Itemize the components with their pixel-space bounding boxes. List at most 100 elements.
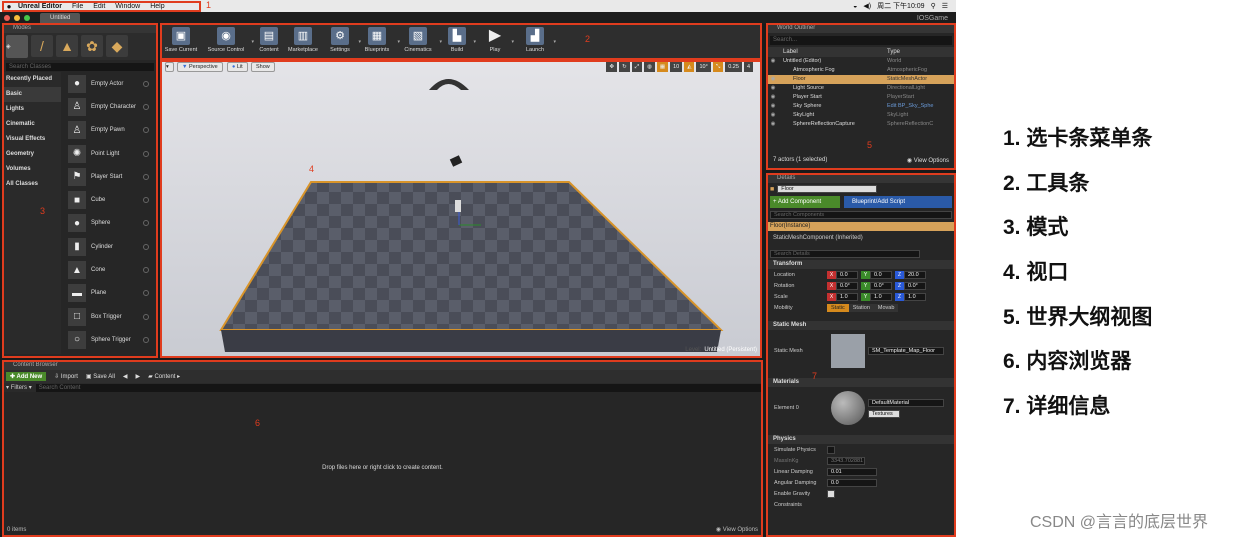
label-column[interactable]: Label [779,47,887,57]
search-content-input[interactable]: Search Content [35,383,762,392]
mass-field[interactable]: 3343.702881 [827,456,865,465]
add-new-button[interactable]: ✚ Add New [6,372,47,381]
menu-edit[interactable]: Edit [93,3,105,10]
outliner-row[interactable]: Atmospheric Fog AtmosphericFog [767,66,955,75]
textures-button[interactable]: Textures [868,409,900,418]
blueprints-button[interactable]: ▦ Blueprints ▾ [361,27,400,53]
location-z[interactable]: 20.0 [904,270,926,279]
category-item[interactable]: Lights [3,102,61,117]
location-label[interactable]: Location [767,272,827,278]
outliner-row[interactable]: ◉ Floor StaticMeshActor [767,75,955,84]
gravity-checkbox[interactable] [827,489,835,498]
dropdown-icon[interactable]: ▾ [397,39,400,45]
physics-section[interactable]: Physics [767,435,955,444]
simulate-checkbox[interactable] [827,445,835,454]
scale-x[interactable]: 1.0 [836,292,858,301]
actor-item[interactable]: ● Empty Actor [63,72,153,95]
content-button[interactable]: ▤ Content [257,27,281,53]
actor-item[interactable]: ▲ Cone [63,258,153,281]
component-row[interactable]: StaticMeshComponent (Inherited) [767,233,955,244]
eye-icon[interactable]: ◉ [767,102,779,111]
dropdown-icon[interactable]: ▾ [439,39,442,45]
actor-item[interactable]: ● Sphere [63,212,153,235]
save-all-button[interactable]: ▣ Save All [86,373,115,380]
material-dropdown[interactable]: DefaultMaterial [868,398,944,407]
path-breadcrumb[interactable]: ▰ Content ▸ [148,373,180,380]
save-current-button[interactable]: ▣ Save Current [164,27,198,53]
geometry-mode-icon[interactable]: ◆ [106,35,128,57]
category-item[interactable]: Visual Effects [3,132,61,147]
scale-label[interactable]: Scale [767,294,827,300]
rotation-z[interactable]: 0.0° [904,281,926,290]
actor-item[interactable]: ▮ Cylinder [63,235,153,258]
import-button[interactable]: ⇩ Import [54,373,78,380]
search-classes-input[interactable]: Search Classes [6,63,154,72]
static-mesh-section[interactable]: Static Mesh [767,321,955,330]
outliner-row[interactable]: ◉ Player Start PlayerStart [767,93,955,102]
close-window-icon[interactable] [4,15,10,21]
constraints-label[interactable]: Constraints [767,502,827,508]
eye-icon[interactable]: ◉ [767,111,779,120]
minimize-window-icon[interactable] [14,15,20,21]
filters-button[interactable]: ▾ Filters ▾ [6,384,32,391]
rotation-x[interactable]: 0.0° [836,281,858,290]
type-column[interactable]: Type [887,47,900,57]
menu-list-icon[interactable]: ☰ [942,2,948,10]
content-view-options-button[interactable]: ◉ View Options [716,526,758,533]
view-options-button[interactable]: ◉ View Options [907,157,949,164]
apple-icon[interactable]: ● [0,2,18,11]
row-type[interactable]: Edit BP_Sky_Sphe [887,102,949,111]
angular-damping-field[interactable]: 0.0 [827,478,877,487]
level-tab[interactable]: Untitled [40,13,81,23]
details-tab[interactable]: Details [767,174,955,183]
actor-item[interactable]: ✺ Point Light [63,142,153,165]
search-components-input[interactable]: Search Components [770,211,952,219]
rotation-y[interactable]: 0.0° [870,281,892,290]
location-y[interactable]: 0.0 [870,270,892,279]
category-item[interactable]: Geometry [3,147,61,162]
mesh-thumbnail[interactable] [831,334,865,368]
place-mode-icon[interactable]: ◈ [6,35,28,59]
category-item[interactable]: Recently Placed [3,72,61,87]
modes-tab[interactable]: Modes [3,24,157,33]
clock[interactable]: 周二 下午10:09 [877,1,924,11]
location-x[interactable]: 0.0 [836,270,858,279]
actor-item[interactable]: □ Box Trigger [63,305,153,328]
add-component-button[interactable]: + Add Component [770,196,840,208]
menu-window[interactable]: Window [115,3,140,10]
play-button[interactable]: ▶ Play ▾ [483,27,514,53]
category-item[interactable]: Basic [3,87,61,102]
dropdown-icon[interactable]: ▾ [511,39,514,45]
outliner-row[interactable]: ◉ SphereReflectionCapture SphereReflection… [767,120,955,129]
actor-item[interactable]: ○ Sphere Trigger [63,328,153,351]
instance-row[interactable]: Floor(Instance) [767,222,955,231]
app-menu[interactable]: Unreal Editor [18,3,62,10]
marketplace-button[interactable]: ▥ Marketplace [285,27,321,53]
paint-mode-icon[interactable]: / [31,35,53,57]
level-viewport[interactable]: ▾ ▼ Perspective ● Lit Show ✥ ↻ ⤢ ◍ ▦ 10 … [161,60,761,357]
static-mesh-dropdown[interactable]: SM_Template_Map_Floor [868,347,944,355]
mobility-movable[interactable]: Movab [873,303,899,312]
eye-icon[interactable]: ◉ [767,93,779,102]
rotation-label[interactable]: Rotation [767,283,827,289]
eye-icon[interactable]: ◉ [767,75,779,84]
foliage-mode-icon[interactable]: ✿ [81,35,103,57]
eye-icon[interactable] [767,66,779,75]
outliner-row[interactable]: ◉ Untitled (Editor) World [767,57,955,66]
scale-z[interactable]: 1.0 [904,292,926,301]
settings-button[interactable]: ⚙ Settings ▾ [326,27,361,53]
materials-section[interactable]: Materials [767,378,955,387]
back-icon[interactable]: ◀ [123,373,128,380]
category-item[interactable]: Volumes [3,162,61,177]
zoom-window-icon[interactable] [24,15,30,21]
spotlight-icon[interactable]: ⚲ [931,2,936,10]
menu-file[interactable]: File [72,3,83,10]
actor-item[interactable]: ▬ Plane [63,282,153,305]
blueprint-add-script-button[interactable]: Blueprint/Add Script [844,196,952,208]
actor-item[interactable]: ♙ Empty Pawn [63,119,153,142]
landscape-mode-icon[interactable]: ▲ [56,35,78,57]
outliner-row[interactable]: ◉ Light Source DirectionalLight [767,84,955,93]
dropdown-icon[interactable]: ▾ [553,39,556,45]
category-item[interactable]: All Classes [3,177,61,192]
mobility-stationary[interactable]: Station [848,303,874,312]
